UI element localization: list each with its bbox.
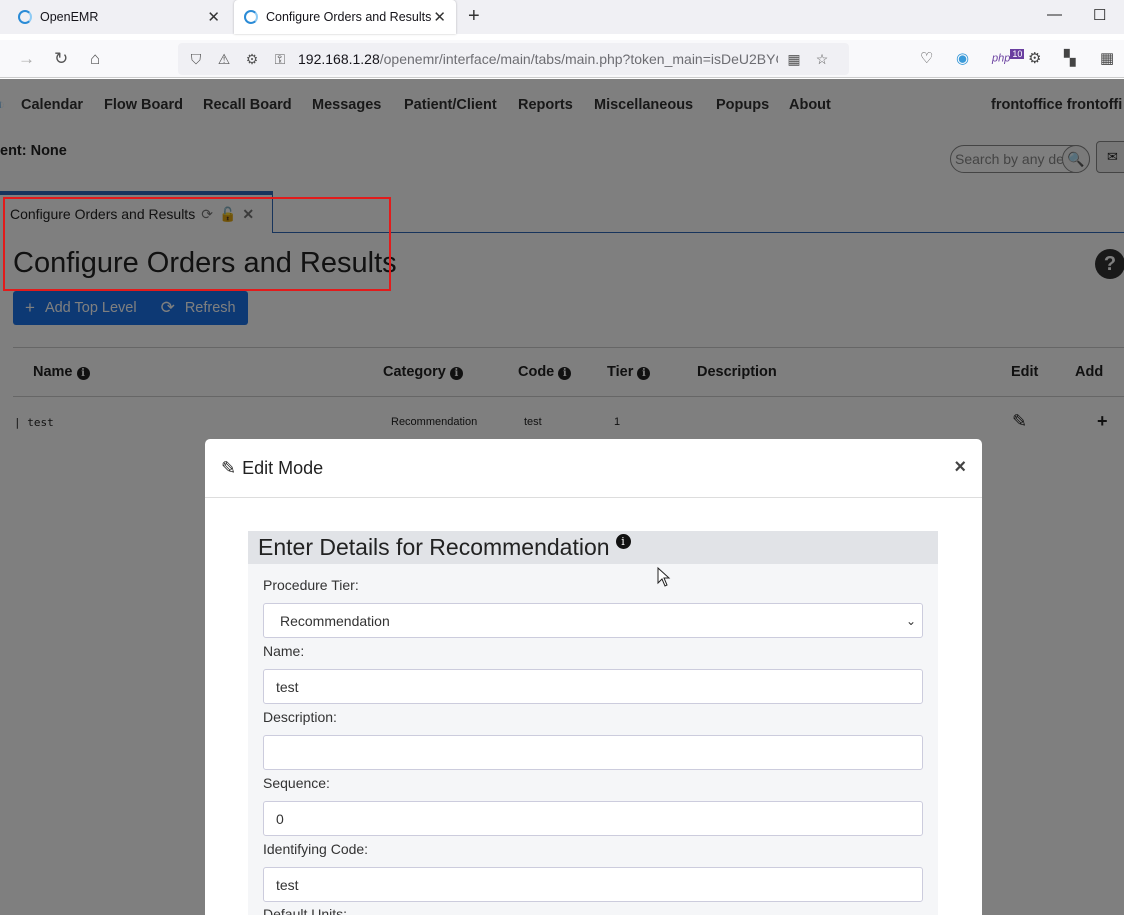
name-input[interactable]: test [263,669,923,704]
close-tab-icon[interactable]: ✕ [433,8,446,26]
procedure-tier-value: Recommendation [280,612,390,629]
name-label: Name: [263,643,305,659]
url-path: /openemr/interface/main/tabs/main.php?to… [379,51,778,67]
reload-icon[interactable]: ↻ [54,49,68,69]
browser-tab-title: Configure Orders and Results [266,10,432,24]
browser-tab-bar: OpenEMR ✕ Configure Orders and Results ✕… [0,0,1124,34]
pencil-icon: ✎ [221,457,237,478]
mouse-cursor-icon [657,566,671,587]
minimize-icon[interactable]: — [1047,6,1062,23]
modal-title: Edit Mode [242,457,324,478]
url-host: 192.168.1.28 [298,51,380,67]
identifying-code-value: test [276,876,299,893]
section-title: Enter Details for Recommendation [258,534,610,560]
red-highlight-box [3,197,391,291]
procedure-tier-label: Procedure Tier: [263,577,359,593]
info-icon[interactable]: i [615,534,631,549]
browser-tab-configure-orders[interactable]: Configure Orders and Results ✕ [234,0,456,34]
openemr-app: ◐ Calendar Flow Board Recall Board Messa… [0,79,1124,915]
permissions-icon[interactable]: ⚙ [242,51,262,68]
url-bar[interactable]: ⛉ ⚠ ⚙ ⚿ 192.168.1.28/openemr/interface/m… [178,43,849,75]
maximize-icon[interactable]: ☐ [1093,6,1106,24]
qr-extension-icon[interactable]: ▦ [1100,49,1114,67]
shield-icon[interactable]: ⛉ [186,51,206,68]
pocket-icon[interactable]: ♡ [920,49,933,67]
browser-nav-bar: → ↻ ⌂ ⛉ ⚠ ⚙ ⚿ 192.168.1.28/openemr/inter… [0,40,1124,78]
sequence-input[interactable]: 0 [263,801,923,836]
openemr-logo-icon [244,10,258,24]
grid-extension-icon[interactable]: ▚ [1064,49,1076,67]
procedure-tier-select[interactable]: Recommendation ⌄ [263,603,923,638]
browser-tab-openemr[interactable]: OpenEMR ✕ [8,0,230,34]
name-value: test [276,678,299,695]
qr-icon[interactable]: ▦ [784,51,804,68]
default-units-label: Default Units: [263,906,348,915]
key-icon[interactable]: ⚿ [270,51,290,68]
extension-badge: 10 [1010,49,1025,59]
close-icon[interactable]: × [954,456,966,479]
sequence-label: Sequence: [263,775,330,791]
description-label: Description: [263,709,337,725]
modal-header: ✎ Edit Mode × [205,439,982,498]
form-section-header: Enter Details for Recommendation i [248,531,938,564]
edit-mode-modal: ✎ Edit Mode × Enter Details for Recommen… [205,439,982,915]
extension-circle-icon[interactable]: ◉ [956,49,969,67]
description-input[interactable] [263,735,923,770]
home-icon[interactable]: ⌂ [90,49,100,69]
forward-icon[interactable]: → [18,49,35,69]
php-extension-icon[interactable]: php 10 [992,49,1025,65]
bookmark-star-icon[interactable]: ☆ [812,51,832,68]
chevron-down-icon: ⌄ [905,613,916,628]
identifying-code-label: Identifying Code: [263,841,369,857]
sequence-value: 0 [276,810,284,827]
new-tab-icon[interactable]: + [468,5,480,28]
identifying-code-input[interactable]: test [263,867,923,902]
close-tab-icon[interactable]: ✕ [207,8,220,26]
openemr-logo-icon [18,10,32,24]
url-text[interactable]: 192.168.1.28/openemr/interface/main/tabs… [298,51,778,67]
browser-tab-title: OpenEMR [40,10,99,24]
insecure-icon[interactable]: ⚠ [214,51,234,68]
details-form: Enter Details for Recommendation i Proce… [248,531,938,915]
settings-gear-icon[interactable]: ⚙ [1028,49,1041,67]
